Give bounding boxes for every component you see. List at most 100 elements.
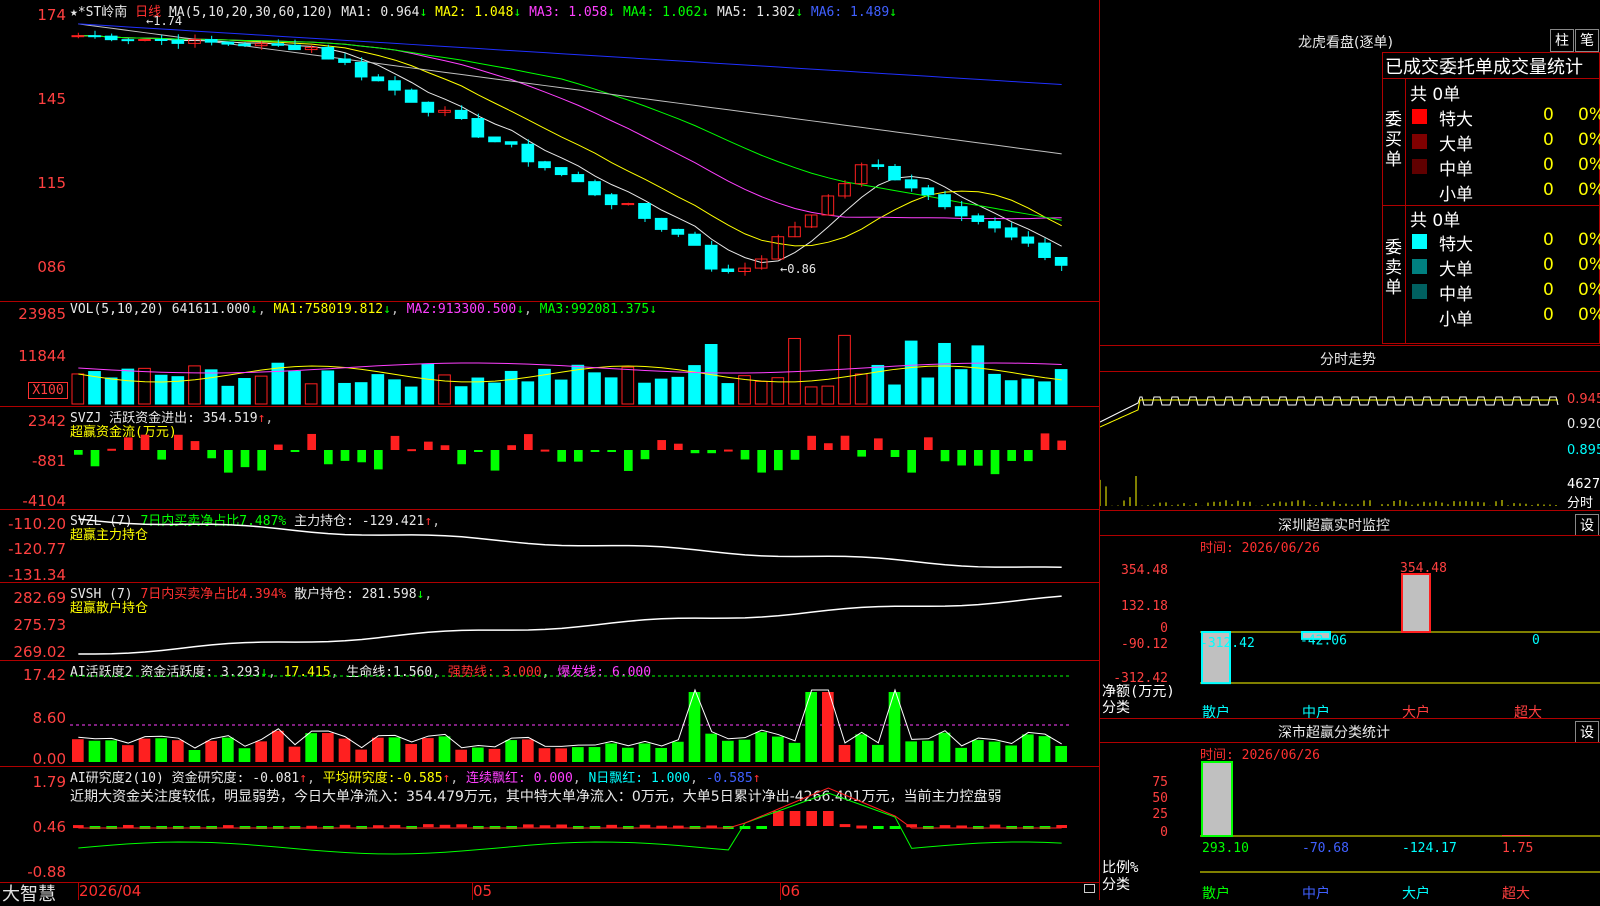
research-bar [606,824,617,828]
price-tick-3: 086 [37,258,66,276]
volume-bar [271,362,285,405]
svsh-chart[interactable] [70,584,1098,659]
ai-bar [88,740,101,762]
volume-chart[interactable] [70,316,1098,406]
volume-bar [604,377,618,405]
svzj-bar [174,434,183,450]
svsh-line [78,595,1062,655]
volume-bar [371,374,385,405]
intraday-chart[interactable] [1100,372,1565,508]
intraday-avg [1100,399,1558,428]
research-bar [439,824,451,828]
candle [71,35,85,38]
vol-ma2-value: 913300.500 [437,302,517,317]
svzj-bar [857,450,866,457]
ai-bar [672,741,684,762]
order-swatch [1412,284,1427,299]
volume-bar [121,368,135,405]
svzj-bar [257,450,266,471]
svzj-bar [390,435,400,450]
x-label-0: 2026/04 [79,882,142,900]
lock-icon[interactable] [1084,884,1095,893]
candle [688,233,701,246]
vol-arrow: ↓ [250,302,258,317]
svzj-chart[interactable] [70,410,1098,508]
order-pct: 0% [1578,230,1600,250]
vol-ma1-arrow: ↓ [383,302,391,317]
order-pct: 0% [1578,130,1600,150]
research-bar [856,825,867,829]
svzj-bar [974,450,983,466]
svzj-bar [774,450,783,471]
btn-zhu[interactable]: 柱 [1550,29,1574,52]
volume-bar [354,382,368,405]
candlestick-chart[interactable] [70,18,1098,300]
ai-bar [138,738,151,762]
candle [404,89,418,103]
ai-bar [1005,745,1017,762]
candle [904,179,918,189]
monitor-value: 0 [1532,633,1540,648]
intraday-sep [1100,345,1600,346]
btn-bi[interactable]: 笔 [1575,29,1599,52]
svzj-bar [224,450,233,473]
svzj-bar [740,450,750,460]
ai-bar [988,741,1001,762]
candle [321,46,335,60]
price-tick-1: 145 [37,90,66,108]
candle [338,58,351,63]
monitor-bar-chart[interactable]: 354.48132.180-90.12-312.42-312.42散户-42.0… [1100,552,1600,722]
candle [854,164,868,185]
ai-research-chart[interactable] [70,768,1098,880]
ai-bar [738,739,751,762]
volume-bar [138,367,151,405]
ai-bar [372,737,384,762]
classify-value: -124.17 [1402,841,1457,856]
svzj-bar [657,440,666,450]
svzj-bar [957,450,966,466]
classify-bar-chart[interactable]: 755025 0 293.10 散户 -70.68 中户 -124.17 大户 1.75 超大 比例… [1100,760,1600,900]
vol-header: VOL(5,10,20) 641611.000↓, MA1:758019.812… [70,302,658,317]
volume-bar [104,377,118,405]
research-bar [423,824,434,828]
ai-bar [955,747,967,762]
research-bar [873,826,884,829]
volume-bar [71,373,85,405]
classify-cat: 大户 [1402,885,1430,900]
svzj-tick-0: 2342 [27,412,66,430]
ai-bar [855,734,867,762]
ai-bar [872,744,884,762]
candle [654,217,668,230]
research-bar [889,826,901,829]
ma-line-2 [78,35,1062,247]
price-tick-0: 174 [37,6,66,24]
candle [988,220,1001,229]
volume-bar [1054,369,1068,405]
volume-bar [954,369,968,405]
svzl-chart[interactable] [70,511,1098,581]
monitor-title: 深圳超赢实时监控 [1278,518,1390,534]
svsh-tick-2: 269.02 [13,643,67,661]
monitor-sep [1100,510,1600,511]
order-count: 0 [1543,180,1554,200]
ma-line-6 [78,23,1062,86]
monitor-value: -42.06 [1300,633,1347,648]
volume-bar [504,370,518,405]
research-bar [773,811,784,826]
ai-bar [405,744,417,762]
svzj-tick-2: -4104 [22,492,66,510]
svzj-bar [340,450,350,461]
candle [888,165,901,181]
volume-bar [388,379,401,405]
sell-total: 共 0单 [1410,211,1461,231]
ai-active-tick-0: 17.42 [23,666,66,684]
candle [1038,242,1051,258]
ai-active-chart[interactable] [70,662,1098,765]
classify-unit: 比例% [1102,860,1139,876]
classify-settings-button[interactable]: 设 [1575,721,1599,743]
monitor-settings-button[interactable]: 设 [1575,514,1599,536]
volume-bar [938,342,951,405]
order-pct: 0% [1578,305,1600,325]
vol-unit-badge[interactable]: X100 [28,382,68,399]
svzj-bar [474,450,483,452]
